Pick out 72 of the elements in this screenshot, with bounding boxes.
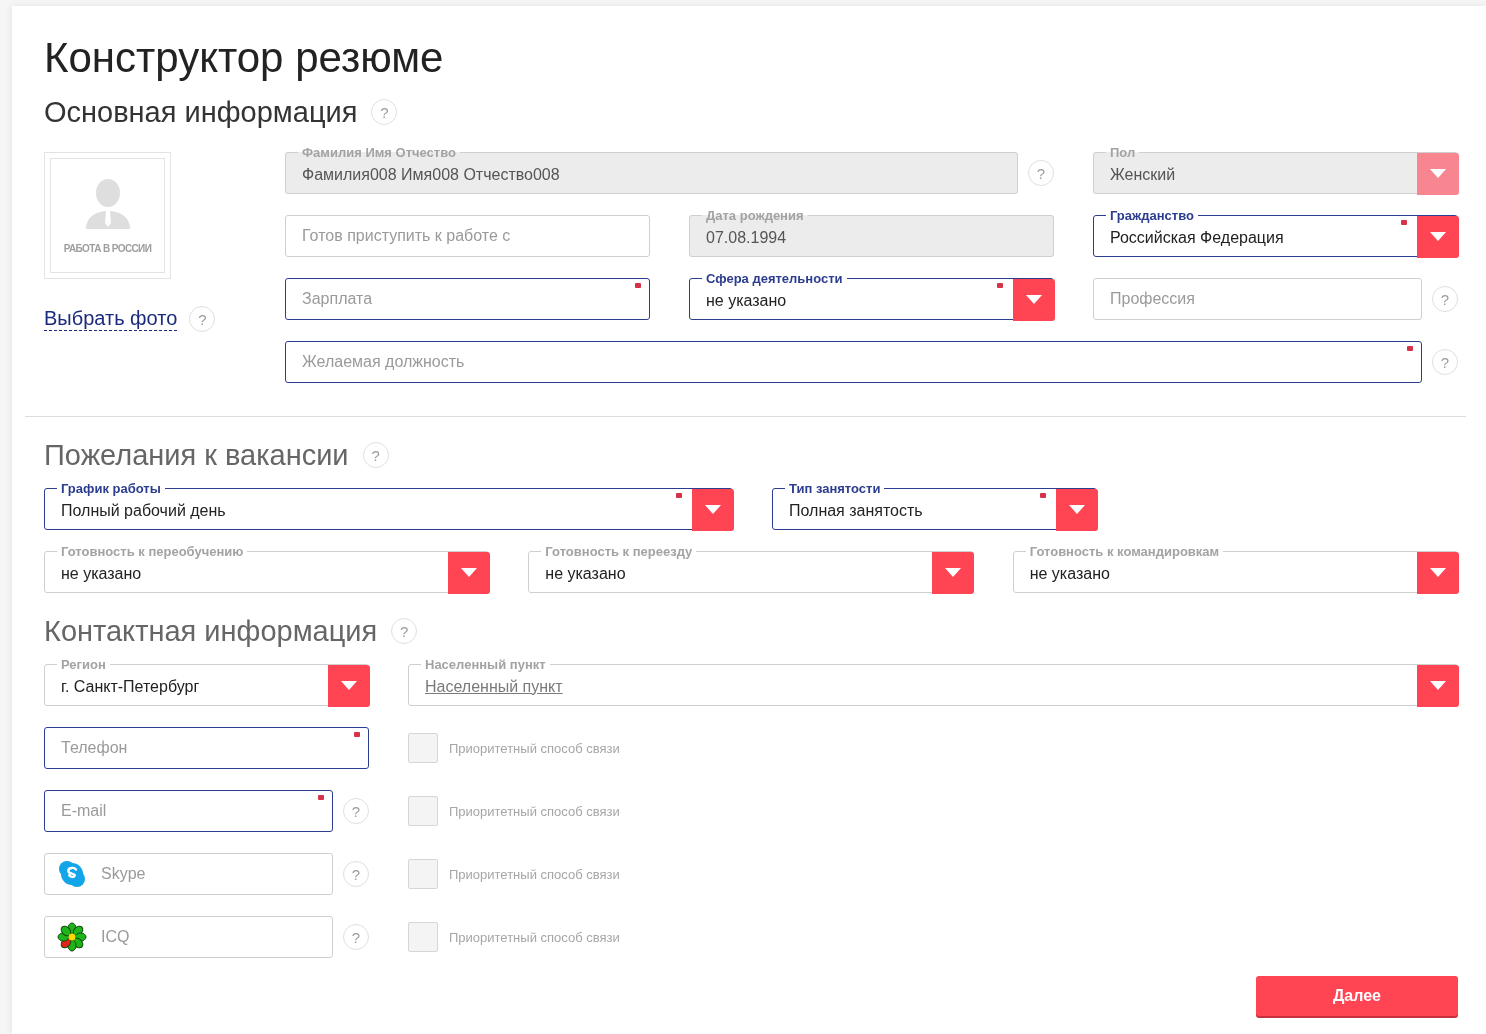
checkbox-label: Приоритетный способ связи xyxy=(449,803,620,819)
checkbox[interactable] xyxy=(408,922,438,952)
input-field[interactable]: Желаемая должность xyxy=(286,353,1421,371)
select-field[interactable]: Готовность к переезду не указано xyxy=(528,545,974,593)
required-mark-icon xyxy=(318,795,324,800)
select-field[interactable]: Готовность к переобучению не указано xyxy=(44,545,490,593)
checkbox[interactable] xyxy=(408,859,438,889)
input-field[interactable]: ICQ xyxy=(87,928,332,946)
checkbox[interactable] xyxy=(408,733,438,763)
skype-icon xyxy=(57,859,87,889)
checkbox[interactable] xyxy=(408,796,438,826)
caret-icon xyxy=(1068,504,1085,515)
field-label: Дата рождения xyxy=(705,209,805,222)
input-field[interactable]: Готов приступить к работе с xyxy=(286,227,649,245)
field-label: Населенный пункт xyxy=(424,658,547,671)
required-mark-icon xyxy=(997,283,1003,288)
select-field[interactable]: График работы Полный рабочий день xyxy=(44,482,733,530)
input-field[interactable]: Skype xyxy=(87,865,332,883)
select-field[interactable]: Тип занятости Полная занятость xyxy=(772,482,1097,530)
field-label: Тип занятости xyxy=(788,482,882,495)
dropdown-button[interactable] xyxy=(691,488,734,531)
section-heading: Основная информация xyxy=(44,95,358,130)
text-field[interactable]: Желаемая должность xyxy=(285,341,1422,383)
select-field[interactable]: Готовность к командировкам не указано xyxy=(1012,545,1458,593)
field-label: Готовность к переезду xyxy=(544,545,694,558)
caret-icon xyxy=(460,567,477,578)
text-field[interactable]: Телефон xyxy=(44,727,369,769)
select-field[interactable]: Гражданство Российская Федерация xyxy=(1093,209,1458,257)
caret-icon xyxy=(1025,294,1042,305)
field-label: Гражданство xyxy=(1109,209,1195,222)
dropdown-button[interactable] xyxy=(1416,215,1459,258)
field-label: Сфера деятельности xyxy=(705,272,844,285)
checkbox-label: Приоритетный способ связи xyxy=(449,929,620,945)
field-label: Фамилия Имя Отчество xyxy=(301,146,457,159)
required-mark-icon xyxy=(1401,220,1407,225)
checkbox-label: Приоритетный способ связи xyxy=(449,866,620,882)
required-mark-icon xyxy=(676,493,682,498)
required-mark-icon xyxy=(635,283,641,288)
caret-icon xyxy=(1429,168,1446,179)
field-label: Пол xyxy=(1109,146,1137,159)
dropdown-button[interactable] xyxy=(1012,278,1055,321)
page-title: Конструктор резюме xyxy=(44,34,445,82)
input-field[interactable]: E-mail xyxy=(45,802,332,820)
field-label: Регион xyxy=(60,658,107,671)
field-label: График работы xyxy=(60,482,162,495)
next-button[interactable]: Далее xyxy=(1256,976,1458,1016)
choose-photo-link[interactable]: Выбрать фото xyxy=(44,307,178,331)
section-heading: Контактная информация xyxy=(44,614,378,649)
required-mark-icon xyxy=(354,732,360,737)
input-field[interactable]: Зарплата xyxy=(286,290,649,308)
caret-icon xyxy=(1429,567,1446,578)
field-label: Готовность к переобучению xyxy=(60,545,245,558)
caret-icon xyxy=(945,567,962,578)
dropdown-button[interactable] xyxy=(1055,488,1098,531)
required-mark-icon xyxy=(1040,493,1046,498)
text-field[interactable]: E-mail xyxy=(44,790,333,832)
caret-icon xyxy=(1429,231,1446,242)
flower-icon xyxy=(57,922,87,952)
field-label: Готовность к командировкам xyxy=(1028,545,1221,558)
caret-icon xyxy=(1429,680,1446,691)
photo-caption: РАБОТА В РОССИИ xyxy=(63,243,152,254)
select-field[interactable]: Регион г. Санкт-Петербург xyxy=(44,658,369,706)
required-mark-icon xyxy=(1407,346,1413,351)
caret-icon xyxy=(340,680,357,691)
select-field[interactable]: Сфера деятельности не указано xyxy=(689,272,1054,320)
select-field[interactable]: Населенный пункт Населенный пункт xyxy=(408,658,1458,706)
caret-icon xyxy=(704,504,721,515)
input-field[interactable]: Телефон xyxy=(45,739,368,757)
section-heading: Пожелания к вакансии xyxy=(44,438,349,473)
checkbox-label: Приоритетный способ связи xyxy=(449,740,620,756)
input-field[interactable]: Профессия xyxy=(1094,290,1421,308)
text-field[interactable]: Зарплата xyxy=(285,278,650,320)
